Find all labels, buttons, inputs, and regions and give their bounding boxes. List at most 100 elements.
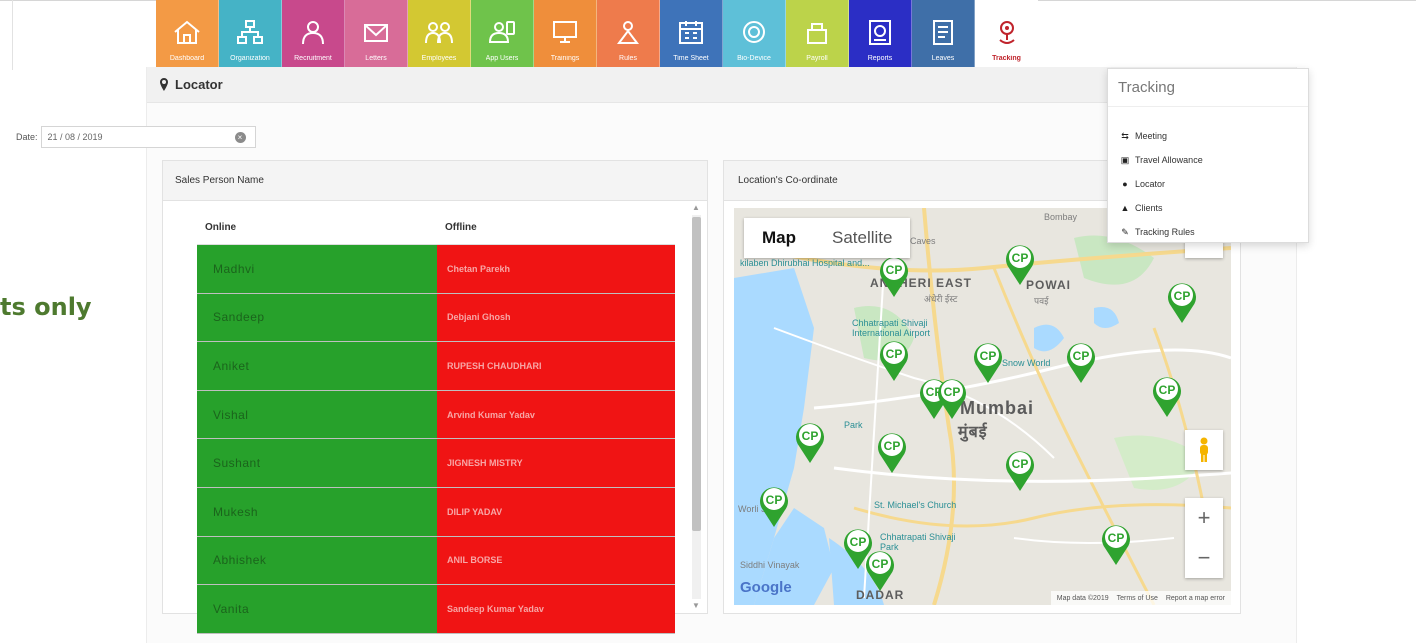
module-time-sheet[interactable]: Time Sheet xyxy=(660,0,723,67)
sales-person-panel: Sales Person Name Online Offline Madhvi C… xyxy=(162,160,708,634)
module-label: Time Sheet xyxy=(673,55,709,62)
module-label: Employees xyxy=(421,55,457,62)
location-marker[interactable]: CP xyxy=(1165,280,1199,324)
tracking-menu-item-locator[interactable]: ● Locator xyxy=(1108,172,1308,196)
module-payroll[interactable]: Payroll xyxy=(786,0,849,67)
map-view[interactable]: kilaben Dhirubhai Hospital and... ANDHER… xyxy=(734,208,1231,605)
table-row: Sandeep Debjani Ghosh xyxy=(197,293,675,343)
marker-label: CP xyxy=(872,557,889,571)
date-label: Date: xyxy=(16,132,38,142)
trainings-icon xyxy=(550,18,580,46)
offline-salesperson[interactable]: JIGNESH MISTRY xyxy=(437,439,675,487)
location-marker[interactable]: CP xyxy=(1099,522,1133,566)
sales-person-table: Online Offline Madhvi Chetan Parekh Sandee… xyxy=(197,211,675,634)
module-label: Reports xyxy=(867,55,893,62)
tracking-menu-label: Tracking Rules xyxy=(1135,227,1195,237)
location-marker[interactable]: CP xyxy=(1003,448,1037,492)
table-scrollbar[interactable]: ▲ ▼ xyxy=(689,203,703,611)
map-type-map-button[interactable]: Map xyxy=(744,218,814,258)
location-marker[interactable]: CP xyxy=(757,484,791,528)
tracking-menu-item-clients[interactable]: ▲ Clients xyxy=(1108,196,1308,220)
online-salesperson[interactable]: Abhishek xyxy=(197,536,437,585)
module-trainings[interactable]: Trainings xyxy=(534,0,597,67)
location-marker[interactable]: CP xyxy=(935,376,969,420)
offline-salesperson[interactable]: Chetan Parekh xyxy=(437,245,675,293)
map-label-st-michael: St. Michael's Church xyxy=(874,500,957,510)
tracking-menu-item-tracking-rules[interactable]: ✎ Tracking Rules xyxy=(1108,220,1308,244)
rules-icon xyxy=(613,18,643,46)
module-label: App Users xyxy=(485,55,519,62)
left-divider xyxy=(12,0,13,70)
location-marker[interactable]: CP xyxy=(1064,340,1098,384)
online-salesperson[interactable]: Mukesh xyxy=(197,487,437,536)
offline-salesperson[interactable]: RUPESH CHAUDHARI xyxy=(437,342,675,390)
location-marker[interactable]: CP xyxy=(863,548,897,592)
module-organization[interactable]: Organization xyxy=(219,0,282,67)
time-sheet-icon xyxy=(676,18,706,46)
location-marker[interactable]: CP xyxy=(971,340,1005,384)
module-app-users[interactable]: App Users xyxy=(471,0,534,67)
table-row: Vanita Sandeep Kumar Yadav xyxy=(197,585,675,634)
date-value: 21 / 08 / 2019 xyxy=(47,132,103,142)
marker-label: CP xyxy=(1012,251,1029,265)
marker-label: CP xyxy=(1159,383,1176,397)
map-label-powai-hi: पवई xyxy=(1034,296,1049,306)
tracking-menu-item-meeting[interactable]: ⇆ Meeting xyxy=(1108,124,1308,148)
offline-salesperson[interactable]: DILIP YADAV xyxy=(437,487,675,536)
module-toolbar: Dashboard Organization Recruitment Letters E… xyxy=(156,0,1038,67)
tracking-menu-list: ⇆ Meeting ▣ Travel Allowance ● Locator ▲ Client… xyxy=(1108,107,1308,244)
module-leaves[interactable]: Leaves xyxy=(912,0,975,67)
module-rules[interactable]: Rules xyxy=(597,0,660,67)
offline-salesperson[interactable]: Debjani Ghosh xyxy=(437,293,675,342)
location-marker[interactable]: CP xyxy=(875,430,909,474)
tracking-menu-label: Locator xyxy=(1135,179,1166,189)
location-marker[interactable]: CP xyxy=(793,420,827,464)
online-salesperson[interactable]: Vishal xyxy=(197,390,437,439)
zoom-out-button[interactable]: − xyxy=(1185,538,1223,578)
online-salesperson[interactable]: Madhvi xyxy=(197,245,437,293)
location-marker[interactable]: CP xyxy=(1003,242,1037,286)
module-employees[interactable]: Employees xyxy=(408,0,471,67)
module-label: Letters xyxy=(365,55,387,62)
map-label-caves: Caves xyxy=(910,236,936,246)
location-marker[interactable]: CP xyxy=(1150,374,1184,418)
online-salesperson[interactable]: Vanita xyxy=(197,585,437,633)
overlay-caption: ts only xyxy=(0,293,92,321)
map-type-satellite-button[interactable]: Satellite xyxy=(814,218,910,258)
module-dashboard[interactable]: Dashboard xyxy=(156,0,219,67)
offline-salesperson[interactable]: Sandeep Kumar Yadav xyxy=(437,585,675,633)
scroll-up-icon[interactable]: ▲ xyxy=(692,203,700,212)
marker-label: CP xyxy=(1012,457,1029,471)
pegman-icon[interactable] xyxy=(1185,430,1223,470)
location-marker[interactable]: CP xyxy=(877,254,911,298)
payroll-icon xyxy=(802,18,832,46)
map-type-control: Map Satellite xyxy=(744,218,911,258)
module-bio-device[interactable]: Bio-Device xyxy=(723,0,786,67)
google-logo: Google xyxy=(740,579,792,596)
online-salesperson[interactable]: Sandeep xyxy=(197,293,437,342)
scroll-thumb[interactable] xyxy=(692,217,701,531)
module-tracking[interactable]: Tracking xyxy=(975,0,1038,67)
online-salesperson[interactable]: Aniket xyxy=(197,342,437,390)
module-recruitment[interactable]: Recruitment xyxy=(282,0,345,67)
tracking-menu-item-travel-allowance[interactable]: ▣ Travel Allowance xyxy=(1108,148,1308,172)
table-row: Abhishek ANIL BORSE xyxy=(197,536,675,586)
module-letters[interactable]: Letters xyxy=(345,0,408,67)
location-marker[interactable]: CP xyxy=(877,338,911,382)
terms-link[interactable]: Terms of Use xyxy=(1117,595,1158,602)
module-reports[interactable]: Reports xyxy=(849,0,912,67)
offline-salesperson[interactable]: Arvind Kumar Yadav xyxy=(437,390,675,439)
clear-icon[interactable]: × xyxy=(234,132,246,143)
zoom-in-button[interactable]: + xyxy=(1185,498,1223,538)
module-label: Payroll xyxy=(806,55,828,62)
tracking-menu-label: Meeting xyxy=(1135,131,1168,141)
organization-chart-icon xyxy=(235,18,265,46)
date-input[interactable]: 21 / 08 / 2019 × xyxy=(40,126,256,148)
map-label-snow-world: Snow World xyxy=(1002,358,1051,368)
date-filter: Date: 21 / 08 / 2019 × xyxy=(16,126,256,148)
report-error-link[interactable]: Report a map error xyxy=(1166,595,1225,602)
scroll-down-icon[interactable]: ▼ xyxy=(692,601,700,610)
wrench-icon: ✎ xyxy=(1121,226,1129,237)
online-salesperson[interactable]: Sushant xyxy=(197,439,437,487)
offline-salesperson[interactable]: ANIL BORSE xyxy=(437,536,675,585)
